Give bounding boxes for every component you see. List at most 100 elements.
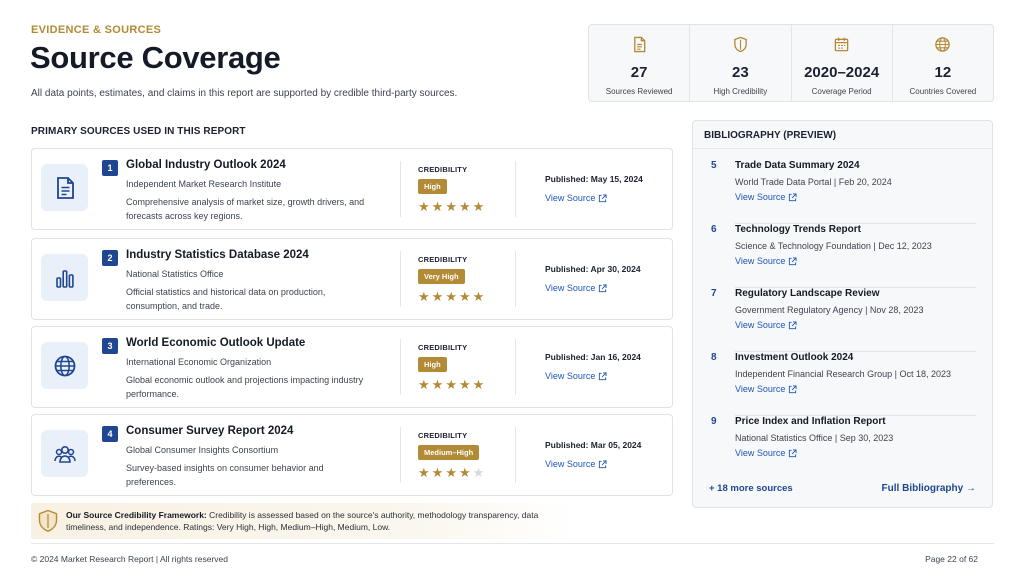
source-description: Official statistics and historical data … [126,287,326,311]
source-number: 3 [102,338,118,354]
bibliography-number: 5 [711,160,717,171]
calendar-icon [833,36,850,58]
view-source-label: View Source [735,448,786,458]
page-number: Page 22 of 62 [925,554,978,564]
stat-high-credibility: 23 High Credibility [689,25,790,101]
document-icon [631,36,648,58]
star-filled-icon: ★ [445,465,457,480]
external-link-icon [598,371,607,381]
bibliography-title: Regulatory Landscape Review [735,288,880,299]
credibility-badge: Very High [418,269,465,284]
divider [515,339,516,395]
source-description: Survey-based insights on consumer behavi… [126,463,324,487]
star-filled-icon: ★ [472,199,485,214]
star-filled-icon: ★ [418,289,430,304]
star-filled-icon: ★ [445,289,457,304]
source-organization: Global Consumer Insights Consortium [126,445,279,455]
source-card: 4 Consumer Survey Report 2024 Global Con… [31,414,673,496]
stat-label: Coverage Period [811,87,872,96]
view-source-link[interactable]: View Source [545,193,607,203]
view-source-label: View Source [735,192,786,202]
bibliography-number: 6 [711,224,717,235]
bar-chart-icon [41,254,88,301]
stat-coverage-period: 2020–2024 Coverage Period [790,25,892,101]
source-title: World Economic Outlook Update [126,337,306,349]
star-filled-icon: ★ [431,377,444,392]
view-source-label: View Source [545,283,596,293]
more-sources-link[interactable]: + 18 more sources [709,483,793,494]
view-source-label: View Source [545,459,596,469]
bibliography-meta: National Statistics Office | Sep 30, 202… [735,433,894,443]
external-link-icon [788,256,797,266]
star-filled-icon: ★ [418,377,430,392]
view-source-label: View Source [545,193,596,203]
eyebrow-label: EVIDENCE & SOURCES [31,24,162,36]
view-source-label: View Source [735,256,786,266]
source-title: Global Industry Outlook 2024 [126,159,286,171]
external-link-icon [788,192,797,202]
view-source-link[interactable]: View Source [735,384,797,394]
stats-panel: 27 Sources Reviewed 23 High Credibility … [588,24,994,102]
page-subtitle: All data points, estimates, and claims i… [31,88,458,99]
source-title: Industry Statistics Database 2024 [126,249,309,261]
published-date: Published: Apr 30, 2024 [545,264,641,274]
source-organization: International Economic Organization [126,357,272,367]
view-source-link[interactable]: View Source [735,256,797,266]
bibliography-number: 9 [711,416,717,427]
view-source-link[interactable]: View Source [545,459,607,469]
published-date: Published: Jan 16, 2024 [545,352,641,362]
credibility-label: CREDIBILITY [418,343,468,352]
footer-divider [31,543,994,544]
full-bibliography-link[interactable]: Full Bibliography → [882,483,976,494]
divider [515,251,516,307]
divider [400,427,401,483]
star-filled-icon: ★ [431,199,444,214]
external-link-icon [598,283,607,293]
credibility-badge: Medium–High [418,445,480,460]
stat-value: 12 [934,64,952,81]
stat-value: 23 [732,64,749,81]
source-organization: National Statistics Office [126,269,224,279]
bibliography-item: 9 Price Index and Inflation Report Natio… [693,416,992,480]
view-source-link[interactable]: View Source [735,448,797,458]
view-source-label: View Source [735,320,786,330]
bibliography-title: Price Index and Inflation Report [735,416,886,427]
bibliography-panel: BIBLIOGRAPHY (PREVIEW) 5 Trade Data Summ… [692,120,993,508]
external-link-icon [788,448,797,458]
credibility-framework-note: Our Source Credibility Framework: Credib… [31,503,579,539]
view-source-label: View Source [735,384,786,394]
stat-sources-reviewed: 27 Sources Reviewed [589,25,689,101]
view-source-link[interactable]: View Source [735,192,797,202]
users-icon [41,430,88,477]
bibliography-meta: World Trade Data Portal | Feb 20, 2024 [735,177,892,187]
star-filled-icon: ★ [458,199,471,214]
star-filled-icon: ★ [445,377,457,392]
star-filled-icon: ★ [431,465,444,480]
page-title: Source Coverage [30,40,281,75]
star-filled-icon: ★ [458,377,471,392]
star-filled-icon: ★ [418,199,430,214]
bibliography-heading: BIBLIOGRAPHY (PREVIEW) [704,130,837,141]
stat-countries-covered: 12 Countries Covered [891,25,993,101]
divider [515,161,516,217]
source-description: Comprehensive analysis of market size, g… [126,197,365,221]
source-card: 1 Global Industry Outlook 2024 Independe… [31,148,673,230]
view-source-label: View Source [545,371,596,381]
published-date: Published: May 15, 2024 [545,174,643,184]
star-filled-icon: ★ [458,465,471,480]
credibility-label: CREDIBILITY [418,431,468,440]
stat-label: Countries Covered [909,87,977,96]
view-source-link[interactable]: View Source [545,283,607,293]
stat-value: 27 [630,64,648,81]
shield-icon [732,36,749,58]
view-source-link[interactable]: View Source [735,320,797,330]
divider [693,148,992,149]
bibliography-item: 6 Technology Trends Report Science & Tec… [693,224,992,288]
globe-icon [41,342,88,389]
source-description: Global economic outlook and projections … [126,375,364,399]
document-icon [41,164,88,211]
source-card: 3 World Economic Outlook Update Internat… [31,326,673,408]
bibliography-item: 8 Investment Outlook 2024 Independent Fi… [693,352,992,416]
credibility-label: CREDIBILITY [418,165,468,174]
view-source-link[interactable]: View Source [545,371,607,381]
